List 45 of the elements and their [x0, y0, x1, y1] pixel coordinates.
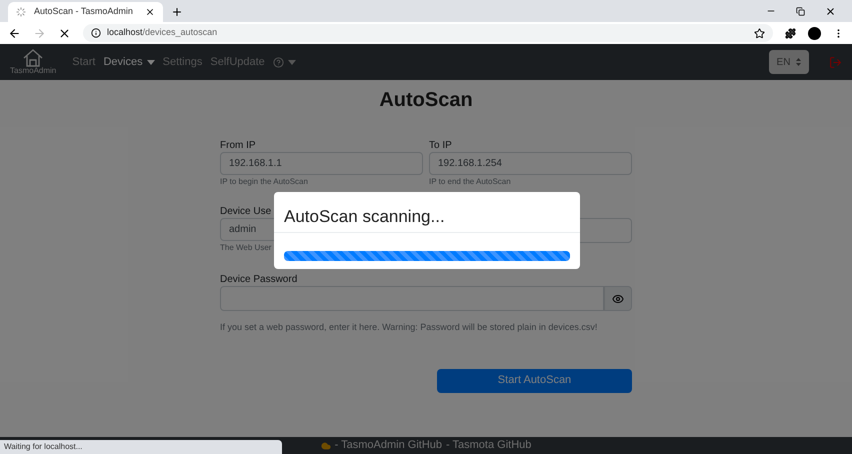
- stop-icon[interactable]: [58, 26, 71, 40]
- star-icon[interactable]: [754, 28, 765, 38]
- browser-tab[interactable]: AutoScan - TasmoAdmin: [8, 2, 163, 22]
- help-text: IP to end the AutoScan: [429, 177, 511, 186]
- new-tab-icon[interactable]: [171, 6, 183, 18]
- profile-avatar[interactable]: [808, 26, 821, 40]
- start-autoscan-button[interactable]: Start AutoScan: [437, 368, 632, 392]
- help-text: IP to begin the AutoScan: [220, 177, 308, 186]
- help-text: The Web User: [220, 243, 272, 252]
- footer-link[interactable]: - TasmoAdmin GitHub: [334, 437, 442, 454]
- nav-link[interactable]: SelfUpdate: [210, 54, 265, 70]
- modal-title: AutoScan scanning...: [283, 206, 446, 228]
- field-label: To IP: [429, 140, 452, 152]
- eye-icon: [612, 292, 624, 304]
- close-icon[interactable]: [145, 7, 155, 17]
- back-icon[interactable]: [8, 26, 21, 40]
- info-icon: [91, 28, 101, 38]
- extensions-icon[interactable]: [785, 28, 796, 38]
- url-text: localhost/devices_autoscan: [107, 26, 218, 40]
- help-text: If you set a web password, enter it here. Warning: Password will be stored plain in devices.csv!: [220, 321, 598, 334]
- restore-icon[interactable]: [796, 6, 805, 16]
- nav-link[interactable]: Start: [72, 54, 96, 70]
- field-label: Device Password: [220, 274, 298, 286]
- house-icon[interactable]: [22, 49, 44, 67]
- password-field[interactable]: [220, 286, 604, 311]
- nav-link[interactable]: Settings: [162, 54, 202, 70]
- footer-link[interactable]: - Tasmota GitHub: [446, 437, 532, 454]
- address-bar[interactable]: localhost/devices_autoscan: [83, 24, 773, 42]
- nav-link[interactable]: Devices: [103, 54, 155, 70]
- loading-icon: [16, 7, 26, 17]
- cloud-icon: [320, 440, 331, 450]
- close-window-icon[interactable]: [825, 6, 836, 16]
- brand-name[interactable]: TasmoAdmin: [10, 67, 56, 75]
- field-label: From IP: [220, 140, 256, 152]
- show-password-button[interactable]: [604, 286, 632, 311]
- page-title: AutoScan: [379, 88, 473, 112]
- language-select[interactable]: EN: [769, 50, 809, 74]
- caret-icon: [288, 60, 296, 64]
- field-label: Device Use: [220, 206, 272, 218]
- status-bubble: Waiting for localhost...: [0, 440, 282, 454]
- input-field[interactable]: 192.168.1.254: [429, 152, 632, 175]
- help-icon: [272, 56, 284, 68]
- input-field[interactable]: 192.168.1.1: [220, 152, 423, 175]
- sort-icon: [796, 58, 802, 66]
- tab-title: AutoScan - TasmoAdmin: [34, 5, 134, 18]
